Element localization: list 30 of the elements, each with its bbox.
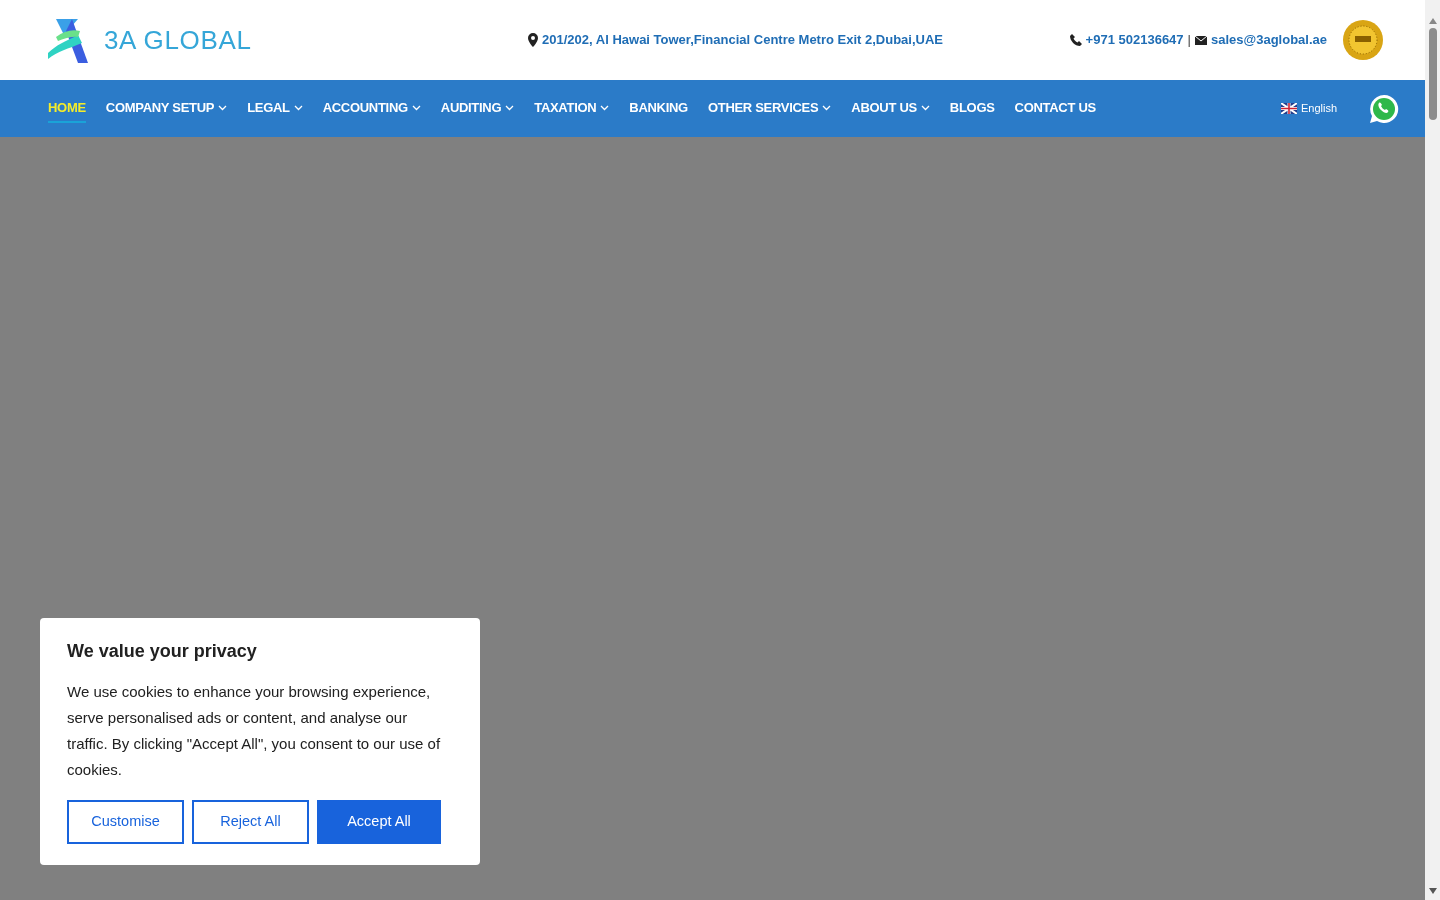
separator-text: | [1187, 31, 1191, 50]
whatsapp-icon[interactable] [1369, 93, 1399, 124]
scroll-up-icon[interactable] [1428, 18, 1437, 24]
scrollbar-thumb[interactable] [1428, 28, 1437, 120]
cookie-button[interactable]: Accept All [317, 800, 441, 844]
cookie-button[interactable]: Reject All [192, 800, 309, 844]
phone-icon [1069, 34, 1082, 46]
language-selector[interactable]: English [1280, 100, 1337, 117]
flag-icon [1280, 103, 1297, 114]
phone-link[interactable]: +971 502136647 [1085, 30, 1184, 50]
nav-item[interactable]: OTHER SERVICES [707, 93, 832, 124]
nav-item[interactable]: COMPANY SETUP [105, 93, 228, 124]
scroll-down-icon[interactable] [1428, 888, 1437, 894]
nav-item[interactable]: BANKING [629, 93, 688, 124]
nav-item[interactable]: HOME [48, 93, 86, 124]
email-link[interactable]: sales@3aglobal.ae [1210, 30, 1327, 50]
nav-item[interactable]: AUDITING [440, 93, 515, 124]
logo-text[interactable]: 3A GLOBAL [104, 20, 252, 60]
location-pin-icon [528, 33, 539, 47]
nav-item[interactable]: ABOUT US [851, 93, 930, 124]
cookie-button[interactable]: Customise [67, 800, 184, 844]
nav-item[interactable]: BLOGS [949, 93, 995, 124]
nav-item[interactable]: ACCOUNTING [322, 93, 421, 124]
cookie-title: We value your privacy [67, 640, 258, 663]
address-text: 201/202, Al Hawai Tower,Financial Centre Metro Exit 2,Dubai,UAE [542, 31, 944, 50]
cookie-text: We use cookies to enhance your browsing experience, serve personalised ads or content, and analyse our traffic. By clicking "Accept All", you consent to our use of cookies. [67, 682, 442, 780]
envelope-icon [1194, 35, 1207, 45]
nav-item[interactable]: TAXATION [534, 93, 610, 124]
nav-item[interactable]: CONTACT US [1014, 93, 1096, 124]
nav-item[interactable]: LEGAL [247, 93, 303, 124]
